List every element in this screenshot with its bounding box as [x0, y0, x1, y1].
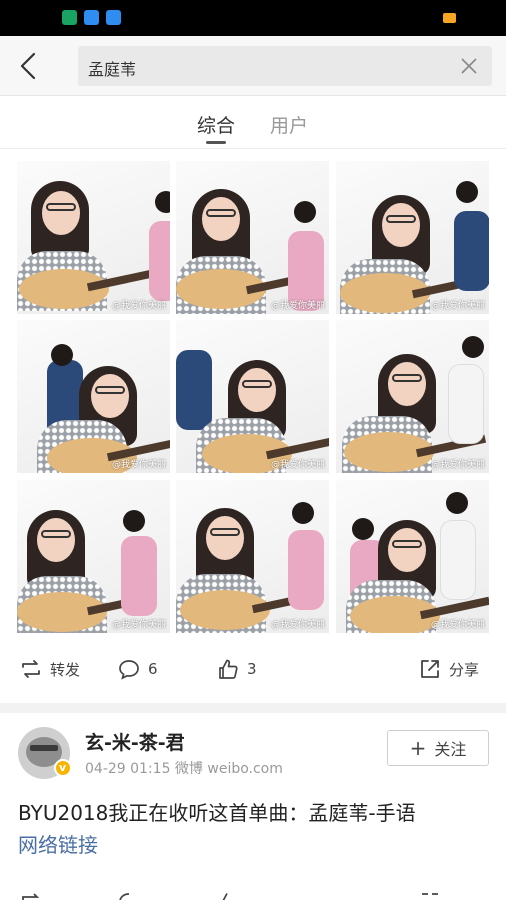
- post-username[interactable]: 玄-米-茶-君: [85, 728, 185, 755]
- plus-icon: +: [409, 736, 427, 760]
- photo-watermark: @我爱你美丽: [270, 301, 325, 311]
- share-button-partial[interactable]: [419, 890, 449, 900]
- back-button[interactable]: [14, 50, 44, 82]
- post-body-text: BYU2018我正在收听这首单曲：孟庭苇-手语: [18, 801, 416, 825]
- verified-badge-icon: v: [54, 759, 72, 777]
- follow-button[interactable]: + 关注: [387, 730, 489, 766]
- photo-watermark: @我爱你美丽: [430, 620, 485, 630]
- thumbs-up-icon: [219, 659, 238, 679]
- clear-search-button[interactable]: [460, 57, 478, 75]
- comment-button-partial[interactable]: [118, 890, 148, 900]
- repost-button-partial[interactable]: [20, 890, 50, 900]
- share-label: 分享: [449, 660, 480, 679]
- search-header: 孟庭苇: [0, 36, 506, 96]
- result-tabs: 综合 用户: [0, 97, 506, 149]
- repost-button[interactable]: 转发: [20, 657, 80, 681]
- battery-icon: [443, 13, 456, 23]
- photo-thumbnail[interactable]: @我爱你美丽: [176, 161, 329, 314]
- photo-thumbnail[interactable]: @我爱你美丽: [176, 320, 329, 473]
- photo-thumbnail[interactable]: @我爱你美丽: [17, 320, 170, 473]
- post-action-bar-partial: [0, 888, 506, 900]
- like-button-partial[interactable]: [217, 890, 247, 900]
- network-notification-icon: [106, 10, 121, 25]
- share-button[interactable]: 分享: [419, 657, 479, 681]
- like-button[interactable]: 3: [217, 657, 257, 681]
- chevron-left-icon: [20, 52, 36, 80]
- share-icon: [421, 660, 439, 678]
- photo-watermark: @我爱你美丽: [430, 301, 485, 311]
- web-link[interactable]: 网络链接: [18, 829, 98, 858]
- photo-thumbnail[interactable]: @我爱你美丽: [17, 161, 170, 314]
- active-tab-indicator: [206, 141, 226, 144]
- follow-label: 关注: [434, 740, 467, 759]
- post-action-bar: 转发 6 3 分享: [0, 645, 506, 693]
- repost-icon: [22, 660, 40, 678]
- post-meta: 04-29 01:15 微博 weibo.com: [85, 761, 283, 777]
- app-notification-icon: [84, 10, 99, 25]
- shield-notification-icon: [62, 10, 77, 25]
- comment-icon: [119, 893, 130, 900]
- feed-post: v 玄-米-茶-君 04-29 01:15 微博 weibo.com + 关注 …: [0, 713, 506, 900]
- share-icon: [422, 893, 438, 895]
- photo-thumbnail[interactable]: @我爱你美丽: [336, 320, 489, 473]
- photo-watermark: @我爱你美丽: [111, 460, 166, 470]
- comment-icon: [119, 660, 139, 680]
- photo-watermark: @我爱你美丽: [111, 620, 166, 630]
- photo-watermark: @我爱你美丽: [111, 301, 166, 311]
- like-count: 3: [247, 660, 257, 678]
- tab-comprehensive[interactable]: 综合: [197, 111, 235, 138]
- search-query: 孟庭苇: [88, 60, 137, 79]
- comment-count: 6: [148, 660, 158, 678]
- photo-grid: @我爱你美丽 @我爱你美丽 @我爱你美丽 @我爱你美丽 @我爱你美丽 @我爱你美…: [17, 161, 489, 633]
- thumbs-up-icon: [222, 893, 228, 900]
- photo-watermark: @我爱你美丽: [270, 620, 325, 630]
- repost-label: 转发: [50, 660, 81, 679]
- close-icon: [461, 58, 477, 74]
- search-input[interactable]: 孟庭苇: [78, 46, 492, 86]
- photo-watermark: @我爱你美丽: [270, 460, 325, 470]
- status-bar: [0, 0, 506, 36]
- photo-thumbnail[interactable]: @我爱你美丽: [336, 161, 489, 314]
- feed-divider: [0, 703, 506, 713]
- tab-users[interactable]: 用户: [270, 111, 308, 138]
- photo-thumbnail[interactable]: @我爱你美丽: [336, 480, 489, 633]
- repost-icon: [22, 893, 40, 900]
- photo-thumbnail[interactable]: @我爱你美丽: [17, 480, 170, 633]
- photo-watermark: @我爱你美丽: [430, 460, 485, 470]
- comment-button[interactable]: 6: [118, 657, 158, 681]
- photo-thumbnail[interactable]: @我爱你美丽: [176, 480, 329, 633]
